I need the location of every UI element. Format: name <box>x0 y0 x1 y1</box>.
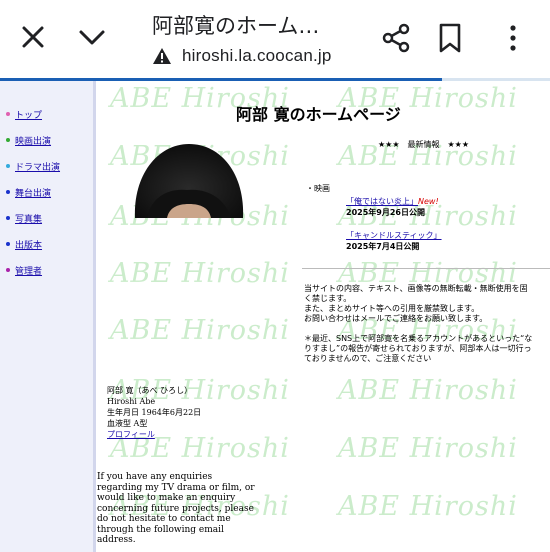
frame-divider[interactable] <box>93 81 96 552</box>
bullet-icon <box>6 216 10 220</box>
nav-item[interactable]: 管理者 <box>6 257 60 283</box>
notice-line: りすまし”の報告が寄せられておりますが、阿部本人は一切行っ <box>304 344 532 353</box>
notice-line <box>304 324 550 334</box>
url-text[interactable]: hiroshi.la.coocan.jp <box>182 46 332 66</box>
nav-item[interactable]: 写真集 <box>6 205 60 231</box>
nav-list: トップ映画出演ドラマ出演舞台出演写真集出版本管理者 <box>6 101 60 283</box>
news-item: 「俺ではない炎上」New! 2025年9月26日公開 <box>346 196 439 218</box>
watermark-text: ABE Hiroshi <box>338 433 518 464</box>
section-divider <box>302 268 550 269</box>
bullet-icon <box>6 164 10 168</box>
notice-line: お問い合わせはメールでご連絡をお願い致します。 <box>304 314 488 323</box>
url-bar[interactable]: hiroshi.la.coocan.jp <box>152 44 332 68</box>
nav-link[interactable]: トップ <box>15 108 42 121</box>
notice-line: ＊最近、SNS上で阿部寛を名乗るアカウントがあるといった“な <box>304 334 533 343</box>
bullet-icon <box>6 190 10 194</box>
nav-item[interactable]: 出版本 <box>6 231 60 257</box>
share-icon[interactable] <box>380 22 412 54</box>
news-category: ・映画 <box>306 184 330 193</box>
nav-link[interactable]: 出版本 <box>15 238 42 251</box>
bullet-icon <box>6 242 10 246</box>
more-vert-icon[interactable] <box>505 22 521 54</box>
notice-text: 当サイトの内容、テキスト、画像等の無断転載・無断使用を固 く禁じます。 また、まとめ… <box>304 284 550 364</box>
watermark-text: ABE Hiroshi <box>110 258 290 289</box>
birthday: 生年月日 1964年6月22日 <box>107 408 202 417</box>
nav-item[interactable]: 映画出演 <box>6 127 60 153</box>
nav-item[interactable]: ドラマ出演 <box>6 153 60 179</box>
news-date: 2025年9月26日公開 <box>346 208 425 217</box>
page-title: 阿部 寛のホームページ <box>236 105 401 124</box>
bookmark-icon[interactable] <box>437 22 463 54</box>
left-nav-frame: トップ映画出演ドラマ出演舞台出演写真集出版本管理者 <box>0 81 93 552</box>
watermark-text: ABE Hiroshi <box>338 491 518 522</box>
nav-link[interactable]: ドラマ出演 <box>15 160 60 173</box>
notice-line: 当サイトの内容、テキスト、画像等の無断転載・無断使用を固 <box>304 284 528 293</box>
nav-link[interactable]: 写真集 <box>15 212 42 225</box>
nav-link[interactable]: 映画出演 <box>15 134 51 147</box>
nav-link[interactable]: 管理者 <box>15 264 42 277</box>
notice-line: く禁じます。 <box>304 294 352 303</box>
watermark-text: ABE Hiroshi <box>338 375 518 406</box>
nav-item[interactable]: 舞台出演 <box>6 179 60 205</box>
notice-line: また、まとめサイト等への引用を厳禁致します。 <box>304 304 480 313</box>
nav-link[interactable]: 舞台出演 <box>15 186 51 199</box>
news-link[interactable]: 「俺ではない炎上」 <box>346 197 418 206</box>
close-icon[interactable] <box>18 22 48 52</box>
name-jp: 阿部 寛（あべ ひろし） <box>107 386 193 395</box>
new-badge: New! <box>418 197 439 206</box>
profile-photo <box>134 144 244 218</box>
browser-toolbar: 阿部寛のホーム… hiroshi.la.coocan.jp <box>0 0 550 78</box>
chevron-down-icon[interactable] <box>76 22 108 52</box>
profile-info: 阿部 寛（あべ ひろし） Hiroshi Abe 生年月日 1964年6月22日… <box>107 385 201 440</box>
watermark-text: ABE Hiroshi <box>110 315 290 346</box>
notice-line: ておりませんので、ご注意ください <box>304 354 432 363</box>
profile-link[interactable]: プロフィール <box>107 430 155 439</box>
warning-icon[interactable] <box>152 47 172 65</box>
bullet-icon <box>6 112 10 116</box>
news-item: 「キャンドルスティック」 2025年7月4日公開 <box>346 230 442 252</box>
bullet-icon <box>6 138 10 142</box>
nav-item[interactable]: トップ <box>6 101 60 127</box>
bullet-icon <box>6 268 10 272</box>
news-link[interactable]: 「キャンドルスティック」 <box>346 231 442 240</box>
enquiry-text: If you have any enquiries regarding my T… <box>97 472 255 545</box>
news-header: ★★★ 最新情報 ★★★ <box>378 140 470 149</box>
name-en: Hiroshi Abe <box>107 397 156 406</box>
tab-title: 阿部寛のホーム… <box>152 14 320 38</box>
web-page: トップ映画出演ドラマ出演舞台出演写真集出版本管理者 ABE Hiroshi ABE… <box>0 81 550 552</box>
blood-type: 血液型 A型 <box>107 419 148 428</box>
news-date: 2025年7月4日公開 <box>346 242 420 251</box>
